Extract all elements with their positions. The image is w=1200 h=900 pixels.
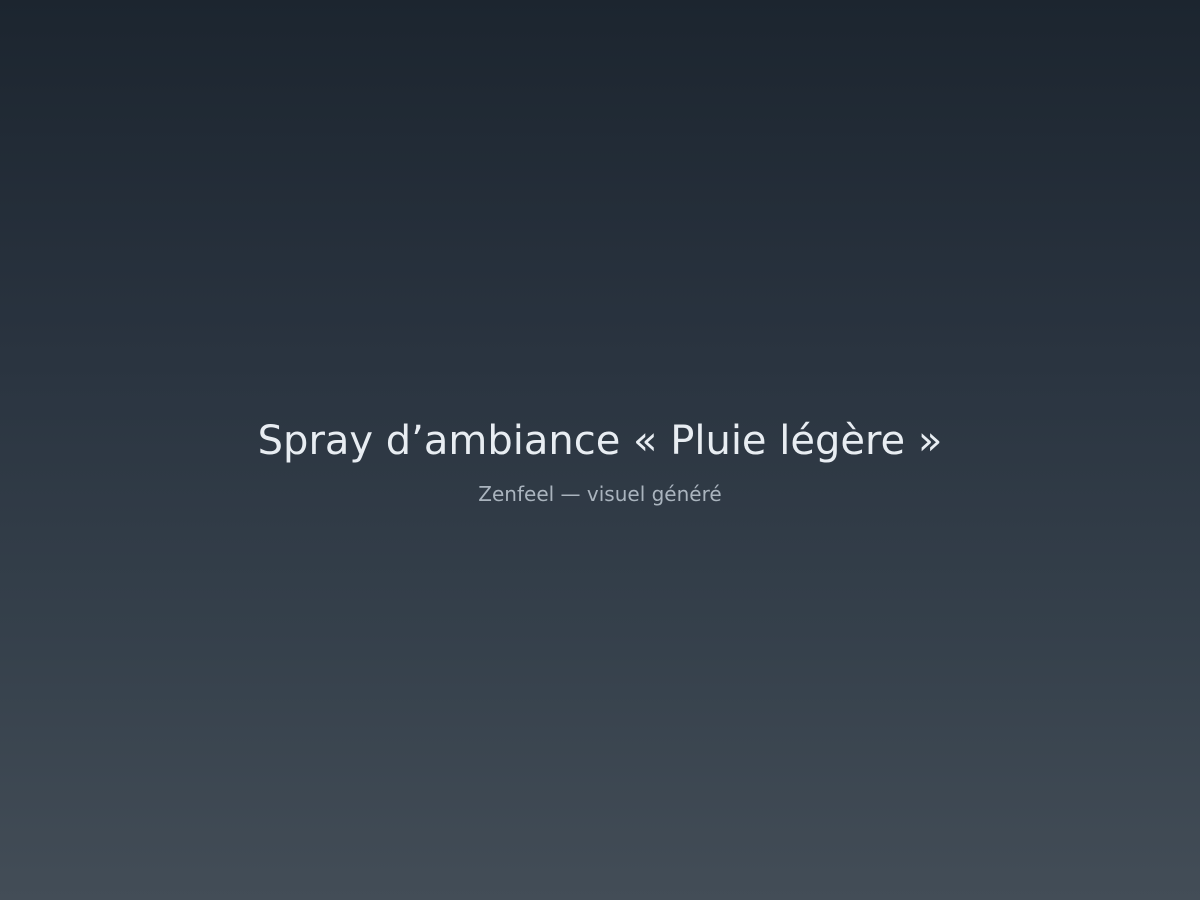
product-title: Spray d’ambiance « Pluie légère » <box>257 418 943 464</box>
generated-visual-canvas: Spray d’ambiance « Pluie légère » Zenfee… <box>0 0 1200 900</box>
brand-caption: Zenfeel — visuel généré <box>478 482 722 506</box>
